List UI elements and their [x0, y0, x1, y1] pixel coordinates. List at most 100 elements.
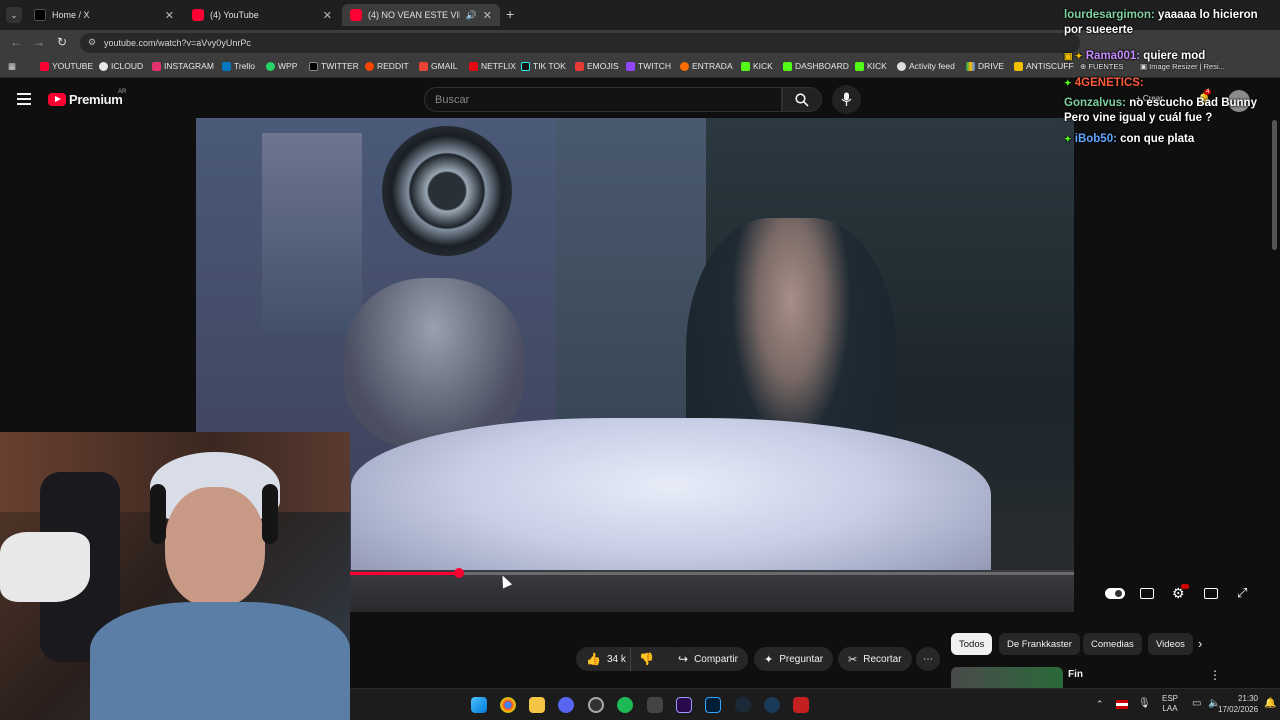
steam-icon[interactable] [735, 697, 751, 713]
bookmark-youtube[interactable]: YOUTUBE [40, 61, 93, 71]
bookmark-image-resizer[interactable]: ▣ Image Resizer | Resi... [1140, 62, 1225, 71]
bookmark-label: TWITTER [321, 61, 359, 71]
chrome-icon[interactable] [500, 697, 516, 713]
chip-todos[interactable]: Todos [951, 633, 993, 655]
bookmark-trello[interactable]: Trello [222, 61, 255, 71]
bookmark-gmail[interactable]: GMAIL [419, 61, 457, 71]
file-explorer-icon[interactable] [529, 697, 545, 713]
headphone-right [262, 484, 278, 544]
tab-x-home[interactable]: Home / X ✕ [26, 4, 182, 26]
drive-icon [966, 61, 975, 71]
scrollbar[interactable] [1272, 120, 1277, 250]
app-red-icon[interactable] [793, 697, 809, 713]
windows-start-icon[interactable] [471, 697, 487, 713]
clip-label: Recortar [863, 653, 902, 665]
chat-message: ✦ 4GENETICS: [1064, 76, 1278, 91]
kick-icon [855, 61, 864, 71]
premiere-icon[interactable] [676, 697, 692, 713]
ask-button[interactable]: ✦ Preguntar [754, 647, 834, 671]
discord-icon[interactable] [558, 697, 574, 713]
more-actions-button[interactable]: ⋯ [916, 647, 940, 671]
microphone-icon [841, 92, 852, 106]
trello-icon [222, 61, 231, 71]
bookmark-icloud[interactable]: ICLOUD [99, 61, 143, 71]
bookmark-twitter[interactable]: TWITTER [309, 61, 359, 71]
tab-video-active[interactable]: (4) NO VEAN ESTE VIDEO F 🔊 ✕ [342, 4, 500, 26]
chevron-right-icon[interactable]: › [1198, 636, 1202, 651]
bookmark-fuentes[interactable]: ⊕ FUENTES [1080, 62, 1123, 71]
related-video-title[interactable]: Fin [1068, 669, 1083, 680]
bookmark-dashboard[interactable]: DASHBOARD [783, 61, 849, 71]
autoplay-toggle[interactable] [1105, 588, 1125, 599]
clock-date: 17/02/2026 [1218, 705, 1259, 714]
reload-icon[interactable]: ↻ [57, 35, 67, 49]
youtube-play-icon [48, 93, 66, 106]
forward-icon[interactable]: → [33, 35, 45, 49]
close-icon[interactable]: ✕ [165, 9, 174, 22]
like-button[interactable]: 👍 34 k [576, 647, 676, 671]
region-code: AR [118, 89, 127, 95]
apps-grid-icon[interactable]: ▦ [8, 61, 16, 72]
bookmark-twitch[interactable]: TWITCH [626, 61, 671, 71]
voice-search-button[interactable] [832, 85, 861, 114]
speaker-icon[interactable]: 🔊 [466, 10, 477, 21]
spotify-icon[interactable] [617, 697, 633, 713]
tab-youtube[interactable]: (4) YouTube ✕ [184, 4, 340, 26]
bookmark-kick[interactable]: KICK [741, 61, 773, 71]
notification-center-icon[interactable]: 🔔 [1264, 698, 1276, 709]
scissors-icon: ✂ [848, 653, 858, 666]
fullscreen-icon[interactable]: ⤢ [1237, 585, 1247, 601]
photoshop-icon[interactable] [705, 697, 721, 713]
bookmark-kick-2[interactable]: KICK [855, 61, 887, 71]
back-icon[interactable]: ← [10, 35, 22, 49]
subtitles-icon[interactable] [1140, 588, 1154, 599]
bookmark-instagram[interactable]: INSTAGRAM [152, 61, 214, 71]
bookmark-label: FUENTES [1088, 62, 1124, 71]
bookmark-activity-feed[interactable]: Activity feed [897, 61, 955, 71]
flag-icon[interactable] [1116, 700, 1128, 709]
chip-videos[interactable]: Videos [1148, 633, 1193, 655]
bookmark-emojis[interactable]: EMOJIS [575, 61, 619, 71]
streamer-shirt [90, 602, 350, 720]
thumbs-up-icon: 👍 [586, 652, 601, 666]
youtube-logo[interactable]: Premium [48, 92, 123, 107]
chip-comedias[interactable]: Comedias [1083, 633, 1142, 655]
bookmark-wpp[interactable]: WPP [266, 61, 297, 71]
new-tab-button[interactable]: + [506, 6, 514, 22]
search-input[interactable]: Buscar [424, 87, 782, 112]
progress-scrubber[interactable] [453, 568, 464, 578]
network-icon[interactable]: ▭ [1192, 698, 1201, 709]
capcut-icon[interactable] [647, 697, 663, 713]
search-button[interactable] [782, 87, 822, 112]
site-info-icon[interactable]: ⚙ [88, 37, 96, 48]
chair-logo [0, 532, 90, 602]
bookmark-entrada[interactable]: ENTRADA [680, 61, 733, 71]
badge-icon: ✦ [1064, 78, 1072, 88]
close-icon[interactable]: ✕ [323, 9, 332, 22]
chat-username: 4GENETICS: [1074, 77, 1144, 89]
app-icon[interactable] [764, 697, 780, 713]
close-icon[interactable]: ✕ [483, 9, 492, 22]
clip-button[interactable]: ✂ Recortar [838, 647, 912, 671]
language-indicator[interactable]: ESP LAA [1162, 694, 1178, 714]
bookmark-tiktok[interactable]: TIK TOK [521, 61, 566, 71]
tab-search-button[interactable]: ⌄ [6, 7, 22, 23]
bookmark-netflix[interactable]: NETFLIX [469, 61, 516, 71]
netflix-icon [469, 61, 478, 71]
twitch-icon [626, 61, 635, 71]
bookmark-reddit[interactable]: REDDIT [365, 61, 409, 71]
obs-icon[interactable] [588, 697, 604, 713]
dislike-button[interactable]: 👎 [630, 647, 660, 671]
clock[interactable]: 21:30 17/02/2026 [1218, 693, 1258, 715]
bookmark-label: Image Resizer | Resi... [1149, 62, 1225, 71]
tray-chevron-icon[interactable]: ⌃ [1096, 699, 1104, 710]
related-more-icon[interactable]: ⋮ [1209, 668, 1221, 682]
bookmark-drive[interactable]: DRIVE [966, 61, 1004, 71]
microphone-tray-icon[interactable]: 🎙 [1138, 698, 1151, 709]
url-field[interactable]: ⚙ youtube.com/watch?v=aVvy0yUnrPc [80, 33, 1080, 53]
miniplayer-icon[interactable] [1204, 588, 1218, 599]
chip-de-frankkaster[interactable]: De Frankkaster [999, 633, 1080, 655]
menu-icon[interactable] [17, 93, 31, 105]
share-button[interactable]: ↪ Compartir [668, 647, 748, 671]
like-count: 34 k [606, 653, 626, 665]
